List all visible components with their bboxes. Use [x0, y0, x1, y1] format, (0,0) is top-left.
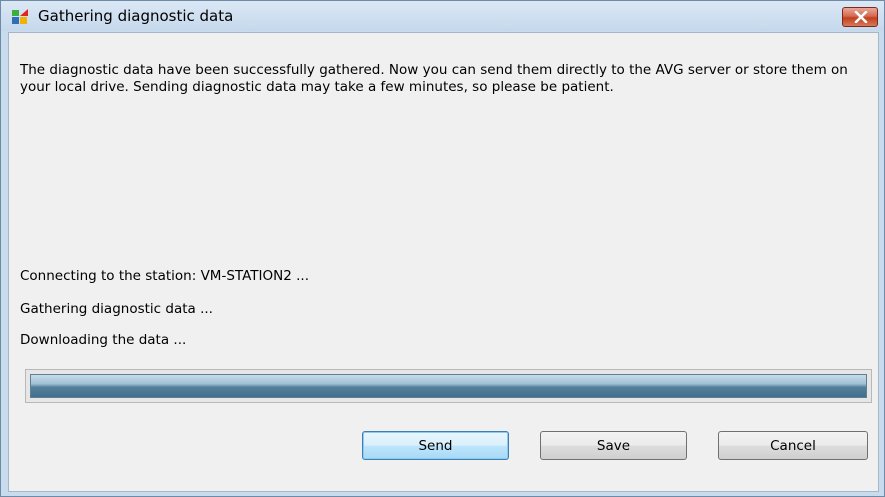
- send-button[interactable]: Send: [362, 431, 509, 460]
- dialog-content: The diagnostic data have been successful…: [8, 32, 879, 492]
- status-line-connecting: Connecting to the station: VM-STATION2 .…: [20, 268, 309, 284]
- status-line-gathering: Gathering diagnostic data ...: [20, 301, 213, 317]
- info-message: The diagnostic data have been successful…: [20, 62, 848, 95]
- cancel-button[interactable]: Cancel: [718, 431, 868, 460]
- save-button[interactable]: Save: [540, 431, 687, 460]
- close-icon: [854, 11, 868, 23]
- close-button[interactable]: [842, 7, 878, 27]
- progress-bar-fill: [30, 374, 867, 398]
- avg-logo-icon: [12, 9, 28, 24]
- title-bar[interactable]: Gathering diagnostic data: [1, 1, 884, 31]
- status-line-downloading: Downloading the data ...: [20, 332, 187, 348]
- dialog-window: Gathering diagnostic data The diagnostic…: [0, 0, 885, 497]
- progress-bar: [25, 369, 872, 403]
- window-title: Gathering diagnostic data: [38, 7, 234, 25]
